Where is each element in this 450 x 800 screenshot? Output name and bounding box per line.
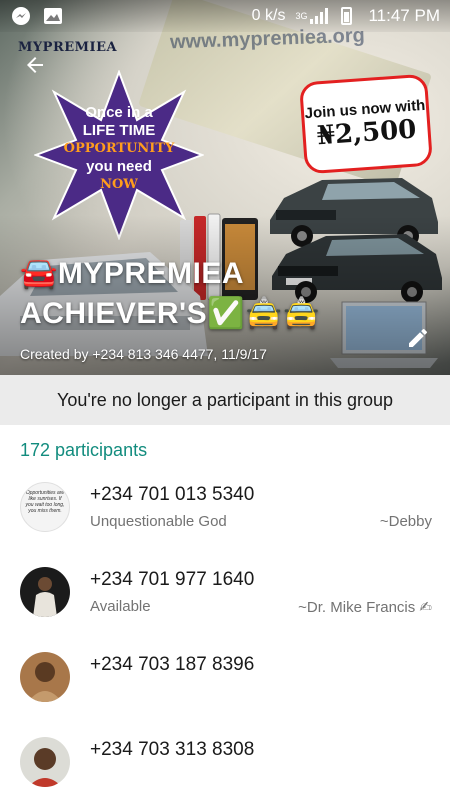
messenger-icon	[10, 5, 32, 27]
participant-row[interactable]: +234 703 187 8396	[0, 640, 450, 725]
status-right: 0 k/s 3G 11:47 PM	[252, 5, 440, 27]
promo-line-4: you need	[86, 158, 152, 175]
participant-phone: +234 703 313 8308	[90, 739, 255, 760]
battery-icon	[341, 7, 353, 25]
status-left	[10, 5, 64, 27]
back-button[interactable]	[20, 50, 50, 80]
promo-text: Once in a LIFE TIME OPPORTUNITY you need…	[34, 104, 204, 194]
participant-phone: +234 701 977 1640	[90, 569, 255, 590]
participant-list: Opportunities are like sunrises. If you …	[0, 470, 450, 800]
avatar[interactable]: Opportunities are like sunrises. If you …	[20, 482, 70, 532]
promo-line-5: NOW	[100, 177, 138, 192]
signal-icon	[309, 5, 331, 27]
participant-row[interactable]: Opportunities are like sunrises. If you …	[0, 470, 450, 555]
offer-sign: Join us now with ₦2,500	[298, 73, 434, 175]
participant-name: ~Debby	[379, 513, 432, 530]
group-name: 🚘MYPREMIEA ACHIEVER'S✅🚖🚖	[20, 257, 321, 330]
not-participant-notice: You're no longer a participant in this g…	[0, 375, 450, 425]
participant-status: Available	[90, 598, 151, 615]
edit-group-button[interactable]	[402, 322, 434, 354]
status-bar: 0 k/s 3G 11:47 PM	[0, 0, 450, 32]
network-type: 3G	[295, 11, 308, 21]
created-by-text: Created by +234 813 346 4477, 11/9/17	[20, 346, 267, 362]
network-speed: 0 k/s	[251, 7, 286, 24]
promo-line-1: Once in a	[85, 104, 153, 121]
pencil-icon	[409, 328, 427, 347]
participant-row[interactable]: +234 703 313 8308	[0, 725, 450, 800]
avatar-quote-text: Opportunities are like sunrises. If you …	[25, 490, 65, 514]
group-header-image[interactable]: www.mypremiea.org MYPREMIEA Once in a LI…	[0, 0, 450, 375]
participant-name: ~Dr. Mike Francis ✍	[298, 599, 432, 616]
promo-line-2: LIFE TIME	[82, 122, 156, 139]
participant-row[interactable]: +234 701 977 1640 Available ~Dr. Mike Fr…	[0, 555, 450, 640]
participant-phone: +234 703 187 8396	[90, 654, 255, 675]
image-icon	[42, 5, 64, 27]
avatar[interactable]	[20, 652, 70, 702]
avatar[interactable]	[20, 737, 70, 787]
back-arrow-icon	[27, 57, 43, 73]
participant-phone: +234 701 013 5340	[90, 484, 255, 505]
participants-count: 172 participants	[20, 440, 148, 460]
participant-status: Unquestionable God	[90, 513, 227, 530]
clock: 11:47 PM	[368, 6, 440, 25]
offer-price: ₦2,500	[315, 114, 418, 151]
avatar[interactable]	[20, 567, 70, 617]
promo-line-3: OPPORTUNITY	[63, 141, 175, 156]
